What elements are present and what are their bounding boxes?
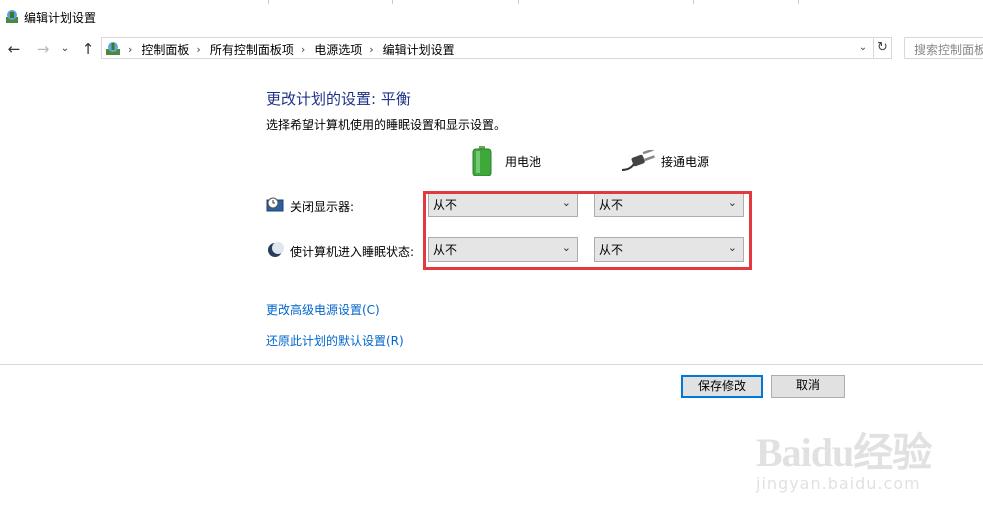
page-title: 更改计划的设置: 平衡 bbox=[266, 90, 411, 108]
sleep-label: 使计算机进入睡眠状态: bbox=[290, 245, 415, 259]
page-subtitle: 选择希望计算机使用的睡眠设置和显示设置。 bbox=[266, 118, 507, 132]
address-bar[interactable]: › 控制面板 › 所有控制面板项 › 电源选项 › 编辑计划设置 ⌄ bbox=[101, 37, 874, 59]
back-button[interactable]: ← bbox=[4, 39, 24, 59]
advanced-settings-link[interactable]: 更改高级电源设置(C) bbox=[266, 301, 380, 318]
display-clock-icon bbox=[266, 197, 284, 212]
turn-off-display-label: 关闭显示器: bbox=[290, 200, 355, 214]
column-plugged-label: 接通电源 bbox=[661, 155, 710, 169]
plug-icon bbox=[622, 150, 655, 171]
cancel-button[interactable]: 取消 bbox=[771, 375, 845, 398]
breadcrumb-all-items[interactable]: 所有控制面板项 bbox=[210, 41, 294, 58]
forward-button[interactable]: → bbox=[33, 39, 53, 59]
breadcrumb-power-options[interactable]: 电源选项 bbox=[314, 41, 362, 58]
watermark-logo-text: Baidu经验 bbox=[756, 430, 932, 475]
title-bar: 编辑计划设置 bbox=[0, 0, 983, 34]
refresh-icon[interactable]: ↻ bbox=[874, 37, 892, 59]
save-button[interactable]: 保存修改 bbox=[681, 375, 763, 398]
search-input[interactable]: 搜索控制面板 bbox=[904, 37, 983, 59]
highlight-box bbox=[423, 191, 752, 270]
recent-locations-button[interactable]: ⌄ bbox=[58, 39, 72, 59]
column-battery-label: 用电池 bbox=[505, 155, 542, 169]
control-panel-icon bbox=[106, 42, 120, 55]
footer-divider bbox=[0, 364, 983, 365]
battery-icon bbox=[472, 146, 492, 176]
window-title: 编辑计划设置 bbox=[24, 11, 97, 25]
breadcrumb-control-panel[interactable]: 控制面板 bbox=[141, 41, 189, 58]
breadcrumb-edit-plan[interactable]: 编辑计划设置 bbox=[383, 41, 455, 58]
restore-defaults-link[interactable]: 还原此计划的默认设置(R) bbox=[266, 332, 404, 349]
power-options-icon bbox=[6, 10, 18, 23]
sleep-moon-icon bbox=[268, 242, 284, 257]
up-button[interactable]: ↑ bbox=[78, 39, 98, 59]
watermark: Baidu经验 jingyan.baidu.com bbox=[756, 420, 976, 520]
watermark-url: jingyan.baidu.com bbox=[756, 474, 921, 493]
chevron-down-icon[interactable]: ⌄ bbox=[855, 40, 871, 56]
breadcrumb: › 控制面板 › 所有控制面板项 › 电源选项 › 编辑计划设置 bbox=[128, 41, 455, 58]
